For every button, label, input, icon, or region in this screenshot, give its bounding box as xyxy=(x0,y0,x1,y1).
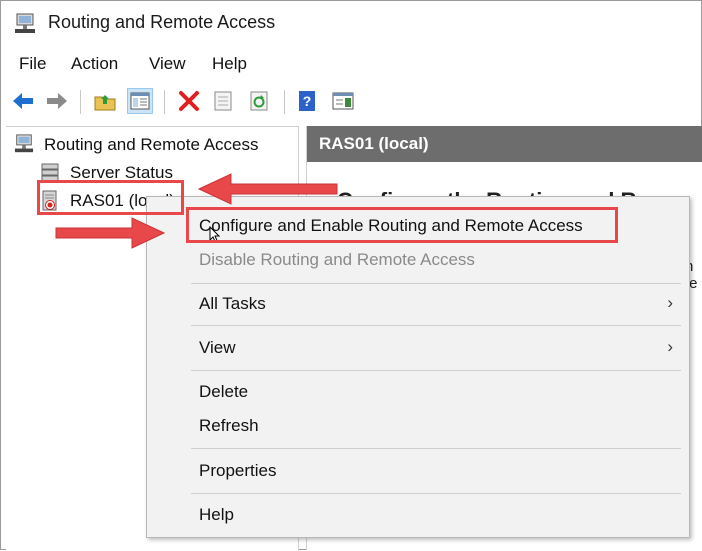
red-arrow-right-icon xyxy=(55,217,166,249)
title-bar: Routing and Remote Access xyxy=(0,0,702,46)
back-arrow-icon[interactable] xyxy=(10,88,36,114)
menu-bar: File Action View Help xyxy=(0,50,702,78)
window-title: Routing and Remote Access xyxy=(48,12,276,32)
submenu-chevron-icon: › xyxy=(667,293,673,312)
menu-item-properties[interactable]: Properties xyxy=(199,461,276,481)
toolbar-separator xyxy=(164,90,165,114)
menu-separator xyxy=(191,493,681,494)
menu-separator xyxy=(191,370,681,371)
menu-item-disable: Disable Routing and Remote Access xyxy=(199,250,475,269)
menu-item-view-label: View xyxy=(199,338,236,357)
up-folder-icon[interactable] xyxy=(92,88,118,114)
menu-file[interactable]: File xyxy=(19,54,46,74)
submenu-chevron-icon: › xyxy=(667,337,673,356)
help-icon[interactable]: ? xyxy=(294,88,320,114)
menu-item-help[interactable]: Help xyxy=(199,505,234,525)
details-header: RAS01 (local) xyxy=(307,126,702,162)
forward-arrow-icon[interactable] xyxy=(44,88,70,114)
menu-separator xyxy=(191,325,681,326)
menu-separator xyxy=(191,283,681,284)
server-stack-icon xyxy=(40,162,60,182)
menu-help[interactable]: Help xyxy=(212,54,247,74)
properties-icon[interactable] xyxy=(210,88,236,114)
toolbar-separator xyxy=(284,90,285,114)
delete-icon[interactable] xyxy=(176,88,202,114)
details-header-label: RAS01 (local) xyxy=(319,134,429,153)
toolbar: ? xyxy=(0,84,702,120)
refresh-icon[interactable] xyxy=(246,88,272,114)
console-icon[interactable] xyxy=(330,88,356,114)
tree-item-root-label: Routing and Remote Access xyxy=(44,135,259,154)
highlight-box-configure xyxy=(186,207,618,243)
server-icon xyxy=(14,134,34,154)
server-app-icon xyxy=(14,13,36,35)
menu-action[interactable]: Action xyxy=(71,54,118,74)
menu-view[interactable]: View xyxy=(149,54,186,74)
menu-item-all-tasks[interactable]: All Tasks xyxy=(199,294,266,314)
toolbar-separator xyxy=(80,90,81,114)
menu-item-view[interactable]: View xyxy=(199,338,236,358)
highlight-box-ras01 xyxy=(37,180,184,215)
menu-item-refresh[interactable]: Refresh xyxy=(199,416,259,436)
menu-item-all-tasks-label: All Tasks xyxy=(199,294,266,313)
menu-item-delete[interactable]: Delete xyxy=(199,382,248,402)
menu-separator xyxy=(191,448,681,449)
context-menu: Configure and Enable Routing and Remote … xyxy=(146,196,690,538)
red-arrow-left-icon xyxy=(197,173,338,205)
svg-text:?: ? xyxy=(303,93,312,109)
show-tree-icon[interactable] xyxy=(127,88,153,114)
